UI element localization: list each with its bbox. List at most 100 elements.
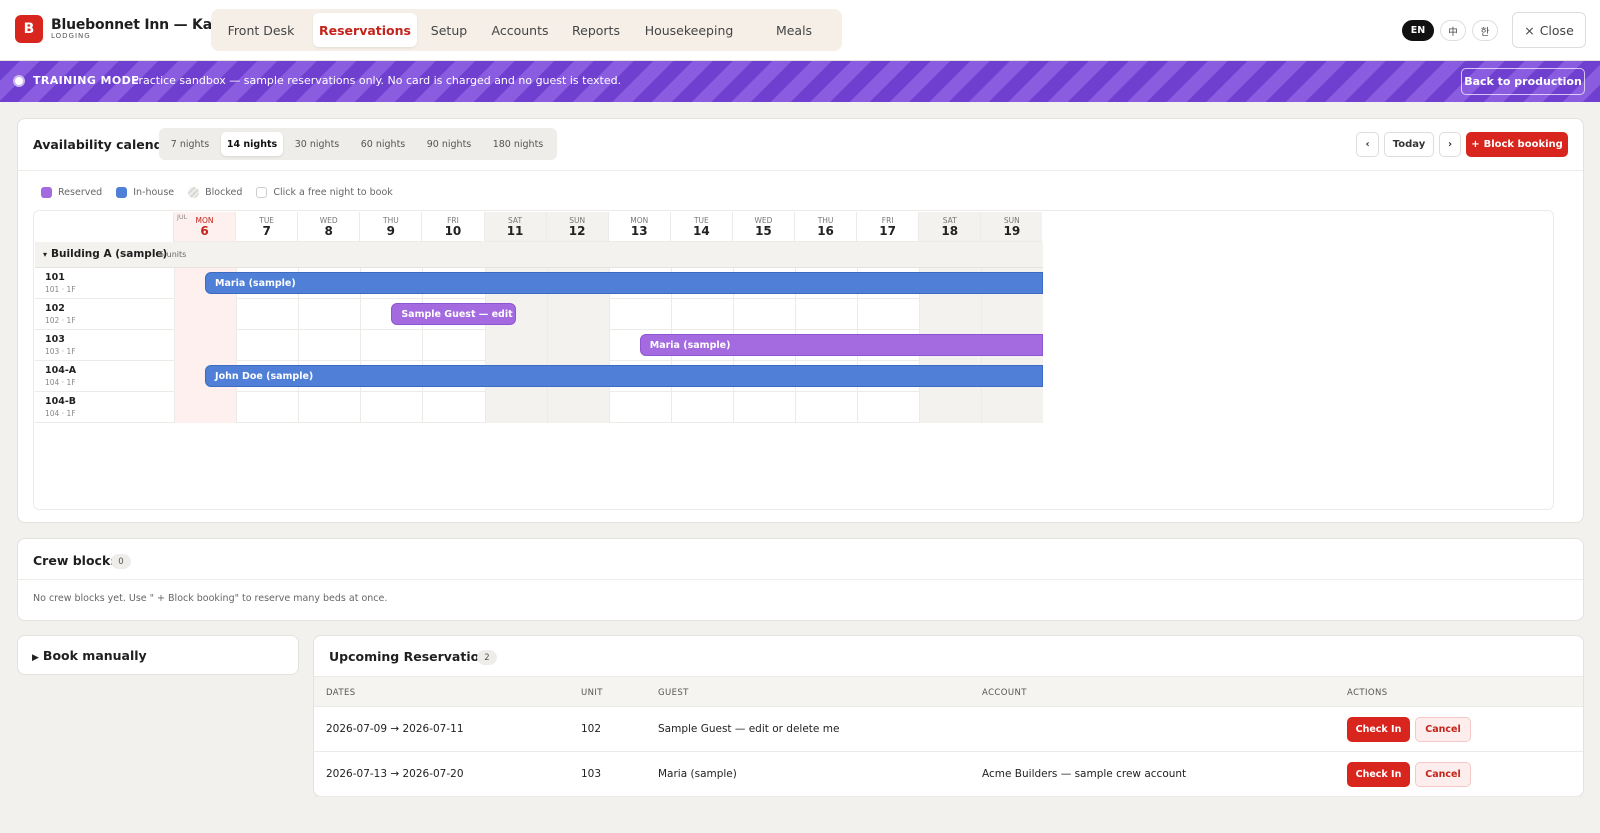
legend-in-house-label: In-house	[133, 187, 175, 198]
night-cell[interactable]	[670, 392, 733, 423]
tab-front-desk[interactable]: Front Desk	[215, 13, 307, 47]
crew-blocks-count: 0	[111, 554, 131, 569]
close-button[interactable]: × Close	[1512, 12, 1586, 48]
day-number: 17	[879, 224, 896, 238]
night-cell[interactable]	[360, 392, 422, 423]
tab-reservations[interactable]: Reservations	[313, 13, 417, 47]
group-row-building-a[interactable]: ▾ Building A (sample) 5 units	[35, 242, 1044, 268]
close-icon: ×	[1524, 22, 1535, 38]
book-manually-toggle[interactable]: ▶ Book manually	[17, 635, 299, 675]
range-60-nights[interactable]: 60 nights	[352, 132, 414, 156]
day-number: 9	[386, 224, 396, 238]
range-180-nights[interactable]: 180 nights	[484, 132, 552, 156]
night-cell[interactable]	[174, 330, 237, 361]
col-actions: ACTIONS	[1347, 688, 1388, 698]
tab-setup[interactable]: Setup	[421, 13, 477, 47]
day-number: 14	[692, 224, 710, 238]
night-cell[interactable]	[546, 392, 609, 423]
block-booking-button[interactable]: + Block booking	[1466, 132, 1568, 157]
night-cell[interactable]	[484, 392, 547, 423]
night-cell[interactable]	[298, 330, 360, 361]
night-cell[interactable]	[857, 299, 919, 330]
night-cell[interactable]	[608, 392, 671, 423]
unit-location: 104 · 1F	[45, 409, 76, 418]
crew-blocks-title: Crew blocks	[33, 553, 118, 568]
night-cell[interactable]	[919, 392, 982, 423]
cancel-button[interactable]: Cancel	[1415, 717, 1471, 742]
book-manually-text: Book manually	[42, 648, 147, 663]
night-cell[interactable]	[174, 299, 237, 330]
night-cell[interactable]	[608, 299, 671, 330]
night-cell[interactable]	[732, 392, 795, 423]
today-button[interactable]: Today	[1384, 132, 1434, 157]
range-7-nights[interactable]: 7 nights	[163, 132, 217, 156]
tab-housekeeping[interactable]: Housekeeping	[635, 13, 743, 47]
tab-accounts[interactable]: Accounts	[483, 13, 557, 47]
night-cell[interactable]	[236, 299, 298, 330]
training-mode-text: Practice sandbox — sample reservations o…	[132, 74, 622, 87]
upcoming-reservations-card: Upcoming Reservations 2 DATES UNIT GUEST…	[313, 635, 1584, 797]
night-cell[interactable]	[236, 330, 298, 361]
calendar-title: Availability calendar	[33, 137, 178, 152]
day-header: SUN 19	[980, 212, 1043, 242]
prev-period-button[interactable]: ‹	[1356, 132, 1379, 157]
night-cell[interactable]	[236, 392, 298, 423]
night-cell[interactable]	[422, 392, 484, 423]
night-cell[interactable]	[422, 330, 484, 361]
night-cell[interactable]	[981, 299, 1044, 330]
chevron-right-icon: ›	[1447, 139, 1453, 150]
night-cell[interactable]	[298, 392, 360, 423]
tab-meals[interactable]: Meals	[749, 13, 839, 47]
row-unit: 103	[581, 768, 602, 780]
range-14-nights[interactable]: 14 nights	[221, 132, 283, 156]
check-in-button[interactable]: Check In	[1347, 717, 1410, 742]
lang-en-button[interactable]: EN	[1402, 20, 1434, 41]
night-cell[interactable]	[919, 299, 982, 330]
night-cell[interactable]	[795, 392, 857, 423]
day-number: 8	[324, 224, 333, 238]
day-header: SUN 12	[545, 212, 608, 242]
block-booking-label: Block booking	[1483, 139, 1563, 150]
check-in-button[interactable]: Check In	[1347, 762, 1410, 787]
night-cell[interactable]	[298, 299, 360, 330]
night-cell[interactable]	[546, 299, 609, 330]
next-period-button[interactable]: ›	[1439, 132, 1461, 157]
back-to-production-button[interactable]: Back to production	[1461, 68, 1585, 95]
reservation-bar[interactable]: Maria (sample)	[639, 334, 1044, 356]
reservation-bar[interactable]: John Doe (sample)	[205, 365, 1044, 387]
night-cell[interactable]	[546, 330, 609, 361]
crew-blocks-card: Crew blocks 0 No crew blocks yet. Use " …	[17, 538, 1584, 621]
night-cell[interactable]	[732, 299, 795, 330]
group-name: Building A (sample)	[51, 248, 168, 260]
row-guest: Sample Guest — edit or delete me	[658, 723, 840, 735]
day-number: 15	[755, 224, 772, 238]
legend-reserved: Reserved	[41, 187, 102, 198]
day-number: 7	[262, 224, 271, 238]
lang-zh-button[interactable]: 中	[1440, 20, 1466, 41]
unit-location: 103 · 1F	[45, 347, 76, 356]
free-night-swatch	[256, 187, 268, 198]
night-cell[interactable]	[670, 299, 733, 330]
range-90-nights[interactable]: 90 nights	[418, 132, 480, 156]
day-header: FRI 17	[856, 212, 919, 242]
cancel-button[interactable]: Cancel	[1415, 762, 1471, 787]
range-30-nights[interactable]: 30 nights	[287, 132, 347, 156]
unit-row: 103 103 · 1F Maria (sample)	[35, 330, 1044, 361]
unit-name: 103	[45, 334, 65, 345]
night-cell[interactable]	[857, 392, 919, 423]
reservation-bar[interactable]: Maria (sample)	[205, 272, 1044, 294]
night-cell[interactable]	[795, 299, 857, 330]
night-cell[interactable]	[981, 392, 1044, 423]
tab-reports[interactable]: Reports	[563, 13, 629, 47]
day-header: SAT 11	[483, 212, 546, 242]
calendar-grid: ▾ Building A (sample) 5 units JUL MON 6 TUE 7…	[33, 210, 1554, 510]
lang-ko-button[interactable]: 한	[1472, 20, 1498, 41]
night-cell[interactable]	[360, 330, 422, 361]
night-cell[interactable]	[174, 392, 237, 423]
property-subtitle: LODGING	[51, 32, 91, 40]
unit-name: 104-B	[45, 396, 77, 407]
night-cell[interactable]	[484, 330, 547, 361]
top-bar: B Bluebonnet Inn — Katy LODGING Front De…	[0, 0, 1600, 61]
day-header: WED 8	[297, 212, 360, 242]
reservation-bar[interactable]: Sample Guest — edit ...	[391, 303, 516, 325]
